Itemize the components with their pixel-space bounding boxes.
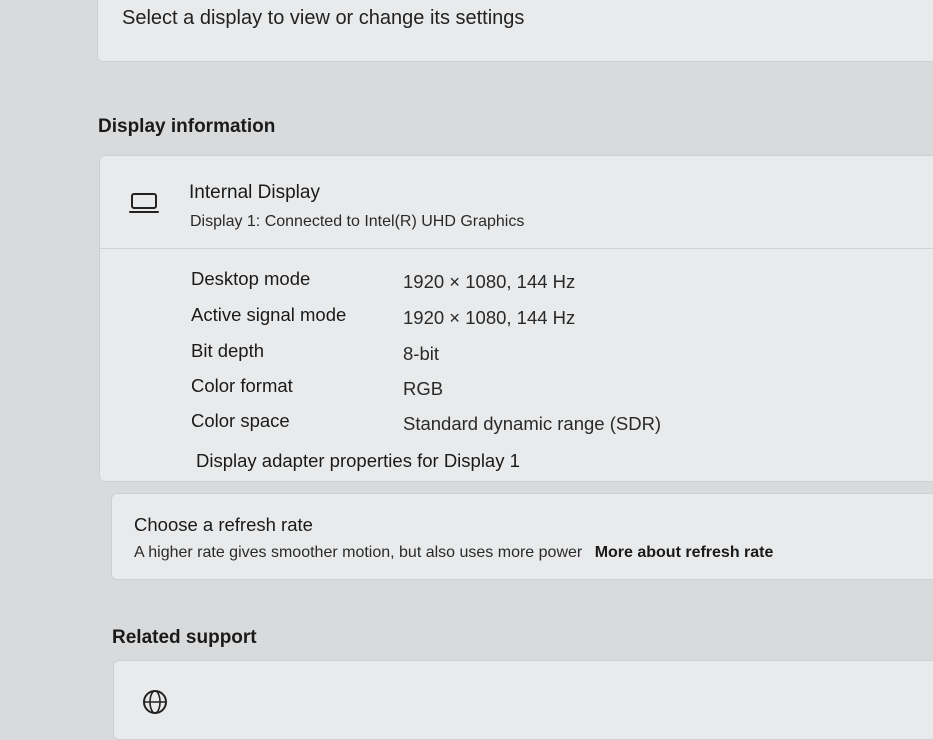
info-row-bit-depth: Bit depth 8-bit — [191, 340, 911, 370]
display-name: Internal Display — [189, 182, 320, 203]
globe-icon — [143, 690, 167, 714]
info-row-label: Color space — [191, 410, 290, 431]
info-row-color-space: Color space Standard dynamic range (SDR) — [191, 410, 911, 440]
refresh-rate-card[interactable]: Choose a refresh rate A higher rate give… — [111, 493, 933, 580]
refresh-rate-description-line: A higher rate gives smoother motion, but… — [134, 544, 773, 562]
info-row-desktop-mode: Desktop mode 1920 × 1080, 144 Hz — [191, 268, 911, 298]
info-row-color-format: Color format RGB — [191, 375, 911, 405]
info-row-label: Color format — [191, 375, 293, 396]
info-row-active-signal-mode: Active signal mode 1920 × 1080, 144 Hz — [191, 304, 911, 334]
display-information-card: Internal Display Display 1: Connected to… — [99, 155, 933, 482]
display-adapter-properties-link[interactable]: Display adapter properties for Display 1 — [196, 450, 520, 472]
info-row-value: 8-bit — [403, 343, 439, 364]
display-connection-info: Display 1: Connected to Intel(R) UHD Gra… — [190, 213, 525, 230]
display-information-header: Internal Display Display 1: Connected to… — [100, 156, 933, 249]
info-row-label: Bit depth — [191, 340, 265, 361]
monitor-icon — [129, 193, 159, 213]
related-support-card[interactable] — [113, 660, 933, 740]
related-support-heading: Related support — [112, 627, 257, 648]
display-selector-prompt: Select a display to view or change its s… — [122, 7, 525, 29]
info-row-label: Desktop mode — [191, 268, 311, 289]
display-selector-card: Select a display to view or change its s… — [97, 0, 933, 62]
info-row-value: Standard dynamic range (SDR) — [403, 413, 662, 434]
refresh-rate-description: A higher rate gives smoother motion, but… — [134, 544, 583, 561]
refresh-rate-title: Choose a refresh rate — [134, 514, 313, 535]
info-row-value: 1920 × 1080, 144 Hz — [403, 307, 576, 328]
display-information-heading: Display information — [98, 116, 276, 137]
info-row-label: Active signal mode — [191, 304, 347, 325]
info-row-value: 1920 × 1080, 144 Hz — [403, 271, 576, 292]
info-row-value: RGB — [403, 378, 444, 399]
more-about-refresh-rate-link[interactable]: More about refresh rate — [595, 544, 774, 561]
